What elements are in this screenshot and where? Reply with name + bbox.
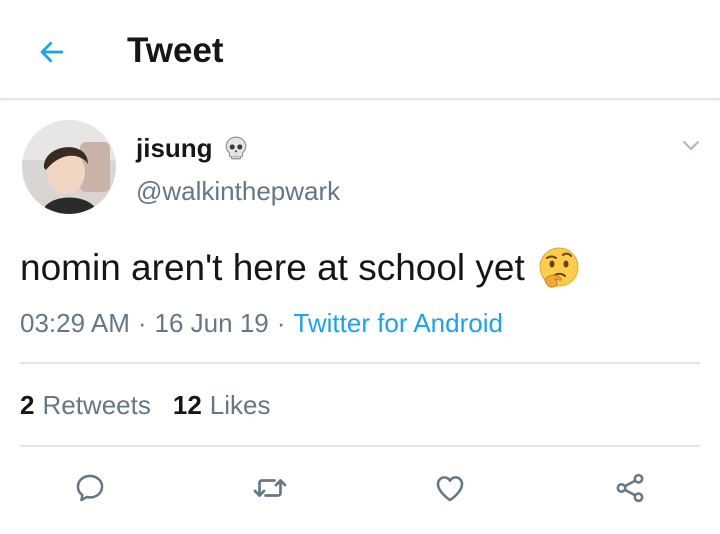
likes-count: 12	[172, 390, 202, 420]
tweet-source-link[interactable]: Twitter for Android	[293, 306, 503, 340]
reply-icon	[76, 474, 104, 502]
thinking-face-icon	[539, 247, 579, 288]
tweet-body: nomin aren't here at school yet	[20, 244, 581, 292]
meta-separator: ·	[137, 308, 147, 338]
author-handle[interactable]: @walkinthepwark	[136, 176, 340, 207]
retweets-count: 2	[20, 390, 35, 420]
author-name-row[interactable]: jisung	[136, 130, 249, 166]
reply-button[interactable]	[68, 466, 112, 510]
divider	[20, 362, 700, 364]
like-icon	[436, 476, 464, 502]
skull-icon	[225, 136, 246, 160]
author-display-name: jisung	[136, 132, 213, 163]
page-title: Tweet	[127, 31, 224, 70]
tweet-time: 03:29 AM	[20, 308, 130, 338]
chevron-down-icon	[683, 141, 699, 150]
top-app-bar: Tweet	[0, 0, 720, 100]
arrow-left-icon	[40, 41, 64, 63]
tweet-date: 16 Jun 19	[154, 308, 269, 338]
share-button[interactable]	[608, 466, 652, 510]
meta-separator: ·	[276, 308, 286, 338]
retweets-stat[interactable]: 2 Retweets	[20, 388, 151, 422]
retweet-icon	[253, 479, 287, 497]
like-button[interactable]	[428, 466, 472, 510]
likes-label: Likes	[209, 390, 271, 420]
tweet-stats: 2 Retweets 12 Likes	[20, 388, 270, 422]
tweet-text: nomin aren't here at school yet	[20, 247, 525, 288]
tweet-options-button[interactable]	[674, 130, 708, 160]
retweets-label: Retweets	[42, 390, 151, 420]
retweet-button[interactable]	[248, 466, 292, 510]
share-icon	[616, 473, 644, 503]
divider	[20, 445, 700, 447]
tweet-meta: 03:29 AM · 16 Jun 19 · Twitter for Andro…	[20, 306, 503, 340]
avatar[interactable]	[22, 120, 116, 214]
likes-stat[interactable]: 12 Likes	[173, 388, 271, 422]
avatar-image	[22, 120, 116, 214]
back-button[interactable]	[30, 30, 74, 74]
